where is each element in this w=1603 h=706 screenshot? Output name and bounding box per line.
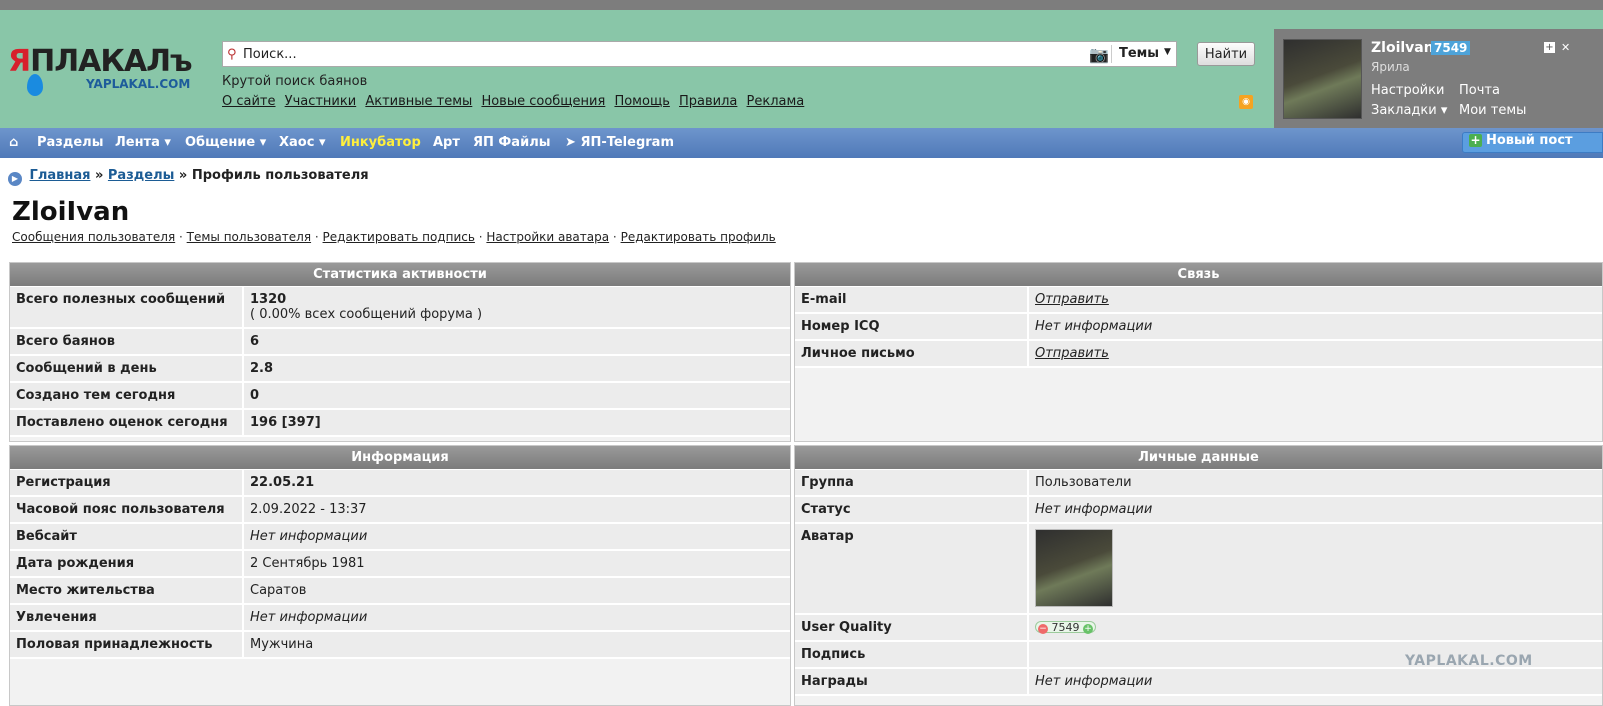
nav-item-art[interactable]: Арт xyxy=(433,135,460,150)
top-link-members[interactable]: Участники xyxy=(285,94,357,109)
top-strip xyxy=(0,0,1603,10)
nav-item-incubator[interactable]: Инкубатор xyxy=(340,135,421,150)
table-row: Аватар xyxy=(795,524,1602,615)
table-row: Всего баянов 6 xyxy=(10,329,790,356)
breadcrumb-home[interactable]: Главная xyxy=(30,168,91,183)
table-row: Личное письмо Отправить xyxy=(795,341,1602,368)
minus-icon[interactable]: − xyxy=(1038,624,1048,634)
edit-profile-link[interactable]: Редактировать профиль xyxy=(621,230,776,244)
table-row: Статус Нет информации xyxy=(795,497,1602,524)
table-row: Половая принадлежность Мужчина xyxy=(10,632,790,659)
search-hint: Крутой поиск баянов xyxy=(222,74,368,89)
contact-header: Связь xyxy=(795,263,1602,287)
page-title: ZloiIvan xyxy=(12,197,130,227)
table-row: Увлечения Нет информации xyxy=(10,605,790,632)
search-scope-select[interactable]: Темы xyxy=(1119,46,1159,61)
mail-link[interactable]: Почта xyxy=(1459,81,1526,101)
edit-signature-link[interactable]: Редактировать подпись xyxy=(323,230,475,244)
plus-icon: + xyxy=(1469,133,1482,147)
top-link-new-posts[interactable]: Новые сообщения xyxy=(481,94,605,109)
personal-header: Личные данные xyxy=(795,446,1602,470)
info-header: Информация xyxy=(10,446,790,470)
home-icon[interactable]: ⌂ xyxy=(9,135,18,150)
telegram-icon: ➤ xyxy=(565,135,576,150)
top-link-about[interactable]: О сайте xyxy=(222,94,276,109)
new-post-button[interactable]: + Новый пост xyxy=(1462,132,1603,153)
karma-badge: 7549 xyxy=(1431,41,1471,55)
user-box: Zloilvan 7549 Ярила Настройки Закладки ▾… xyxy=(1274,29,1603,129)
table-row: Место жительства Саратов xyxy=(10,578,790,605)
top-link-ads[interactable]: Реклама xyxy=(747,94,805,109)
forward-icon: ▶ xyxy=(8,172,22,186)
info-panel: Информация Регистрация 22.05.21 Часовой п… xyxy=(9,445,791,706)
top-link-help[interactable]: Помощь xyxy=(614,94,669,109)
table-row: E-mail Отправить xyxy=(795,287,1602,314)
table-row: Создано тем сегодня 0 xyxy=(10,383,790,410)
stats-panel: Статистика активности Всего полезных соо… xyxy=(9,262,791,442)
user-links-right: Почта Мои темы xyxy=(1459,81,1526,121)
logo-url: YAPLAKAL.COM xyxy=(86,77,191,91)
table-row: Награды Нет информации xyxy=(795,669,1602,696)
find-button[interactable]: Найти xyxy=(1197,42,1255,66)
chevron-down-icon[interactable]: ▼ xyxy=(1164,47,1171,57)
table-row: Сообщений в день 2.8 xyxy=(10,356,790,383)
username[interactable]: Zloilvan xyxy=(1371,40,1434,56)
breadcrumb-current: Профиль пользователя xyxy=(191,168,369,183)
user-quality-badge: − 7549 + xyxy=(1035,621,1096,634)
profile-links: Сообщения пользователя · Темы пользовате… xyxy=(12,230,776,244)
stats-header: Статистика активности xyxy=(10,263,790,287)
my-topics-link[interactable]: Мои темы xyxy=(1459,101,1526,121)
user-links-left: Настройки Закладки ▾ xyxy=(1371,81,1447,121)
nav-item-files[interactable]: ЯП Файлы xyxy=(473,135,550,150)
nav-item-feed[interactable]: Лента ▾ xyxy=(115,135,171,150)
email-send-link[interactable]: Отправить xyxy=(1035,292,1109,307)
nav-item-sections[interactable]: Разделы xyxy=(37,135,103,150)
nav-item-telegram[interactable]: ➤ ЯП-Telegram xyxy=(565,135,674,150)
breadcrumb-sections[interactable]: Разделы xyxy=(108,168,174,183)
breadcrumb: ▶ Главная » Разделы » Профиль пользовате… xyxy=(8,168,369,186)
table-row: Дата рождения 2 Сентябрь 1981 xyxy=(10,551,790,578)
search-input[interactable] xyxy=(243,45,1093,63)
user-posts-link[interactable]: Сообщения пользователя xyxy=(12,230,175,244)
search-icon: ⚲ xyxy=(227,47,237,62)
user-topics-link[interactable]: Темы пользователя xyxy=(187,230,311,244)
exit-icon[interactable]: ✕ xyxy=(1561,41,1570,54)
camera-icon[interactable]: 📷 xyxy=(1089,45,1109,64)
avatar[interactable] xyxy=(1283,39,1362,119)
rss-icon[interactable]: ◉ xyxy=(1239,95,1253,109)
plus-icon[interactable]: + xyxy=(1544,42,1555,53)
top-link-active-topics[interactable]: Активные темы xyxy=(365,94,472,109)
plus-icon[interactable]: + xyxy=(1083,624,1093,634)
avatar-settings-link[interactable]: Настройки аватара xyxy=(486,230,609,244)
nav-item-chaos[interactable]: Хаос ▾ xyxy=(279,135,325,150)
bookmarks-link[interactable]: Закладки ▾ xyxy=(1371,101,1447,121)
table-row: Всего полезных сообщений 1320( 0.00% все… xyxy=(10,287,790,329)
main-nav: ⌂ Разделы Лента ▾ Общение ▾ Хаос ▾ Инкуб… xyxy=(0,128,1603,158)
table-row: Регистрация 22.05.21 xyxy=(10,470,790,497)
top-link-rules[interactable]: Правила xyxy=(679,94,737,109)
top-links: О сайте Участники Активные темы Новые со… xyxy=(222,94,809,109)
table-row: User Quality − 7549 + xyxy=(795,615,1602,642)
table-row: Часовой пояс пользователя 2.09.2022 - 13:… xyxy=(10,497,790,524)
drop-icon xyxy=(27,74,43,96)
contact-panel: Связь E-mail Отправить Номер ICQ Нет инфор… xyxy=(794,262,1603,442)
divider xyxy=(1111,45,1112,63)
site-header: ЯПЛАКАЛъ YAPLAKAL.COM ⚲ 📷 Темы ▼ Найти К… xyxy=(0,10,1603,129)
search-box: ⚲ 📷 Темы ▼ xyxy=(222,41,1177,67)
user-rank: Ярила xyxy=(1371,60,1410,74)
table-row: Поставлено оценок сегодня 196 [397] xyxy=(10,410,790,437)
settings-link[interactable]: Настройки xyxy=(1371,81,1447,101)
avatar xyxy=(1035,529,1113,607)
table-row: Вебсайт Нет информации xyxy=(10,524,790,551)
table-row: Номер ICQ Нет информации xyxy=(795,314,1602,341)
nav-item-communication[interactable]: Общение ▾ xyxy=(185,135,266,150)
site-logo[interactable]: ЯПЛАКАЛъ YAPLAKAL.COM xyxy=(8,44,203,104)
table-row: Группа Пользователи xyxy=(795,470,1602,497)
watermark: YAPLAKAL.COM xyxy=(1405,653,1533,669)
pm-send-link[interactable]: Отправить xyxy=(1035,346,1109,361)
